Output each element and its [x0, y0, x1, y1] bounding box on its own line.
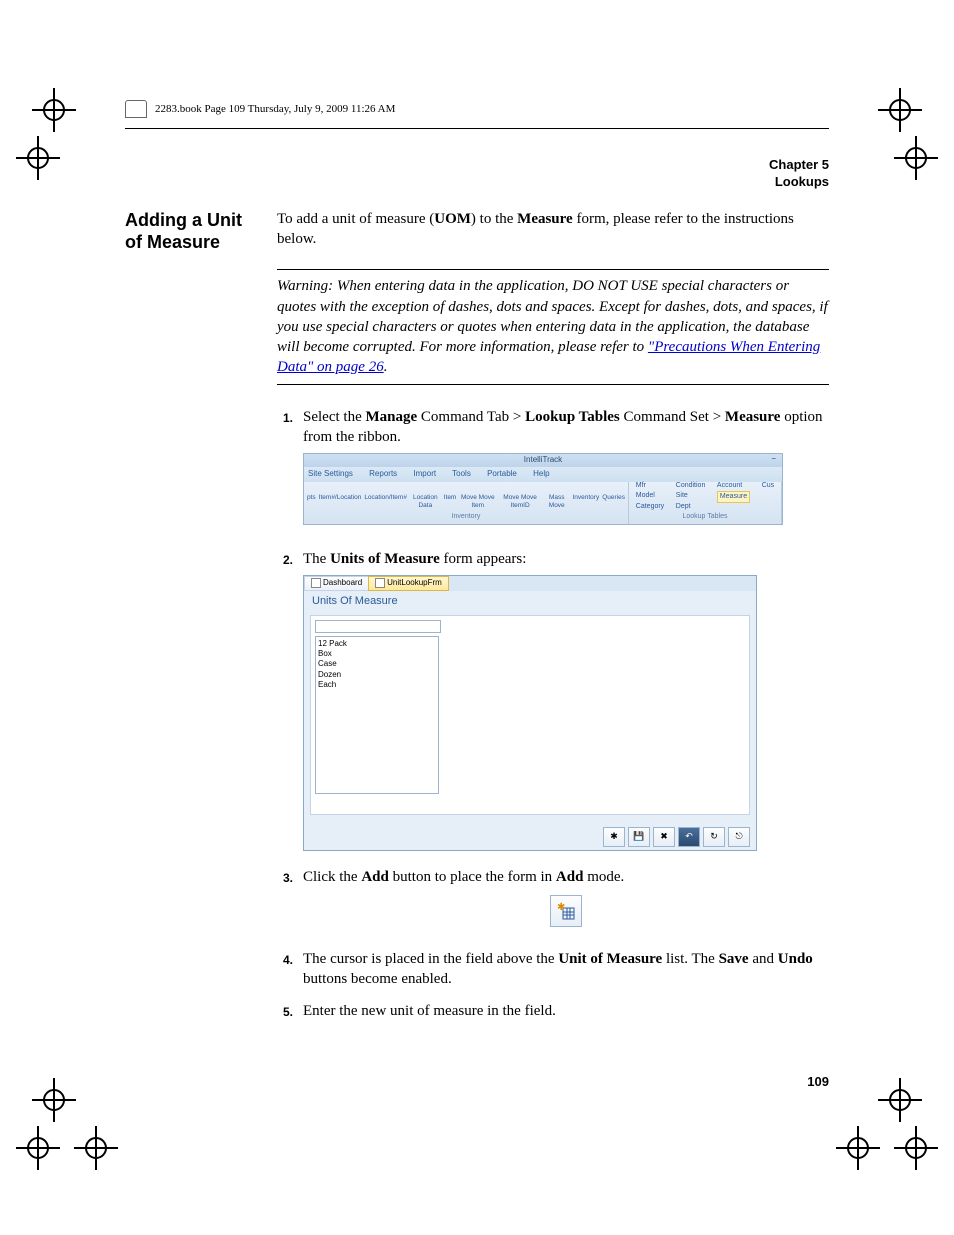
section-heading: Adding a Unit of Measure — [125, 209, 255, 1034]
list-item[interactable]: Dozen — [318, 670, 436, 680]
intro-paragraph: To add a unit of measure (UOM) to the Me… — [277, 209, 829, 250]
uom-list[interactable]: 12 Pack Box Case Dozen Each — [315, 636, 439, 794]
add-button[interactable]: ✱ — [603, 827, 625, 847]
form-toolbar: ✱ 💾 ✖ ↶ ↻ ⎋ — [304, 821, 756, 850]
list-item[interactable]: 12 Pack — [318, 639, 436, 649]
book-icon — [125, 100, 147, 118]
ribbon-title-bar: IntelliTrack− — [304, 454, 782, 467]
add-button-icon: ✱ — [550, 895, 582, 927]
close-button[interactable]: ⎋ — [728, 827, 750, 847]
step-3: 3. Click the Add button to place the for… — [277, 867, 829, 937]
tab-import[interactable]: Import — [413, 469, 436, 478]
delete-button[interactable]: ✖ — [653, 827, 675, 847]
framemaker-header: 2283.book Page 109 Thursday, July 9, 200… — [125, 100, 829, 118]
uom-form-screenshot: Dashboard UnitLookupFrm Units Of Measure… — [303, 575, 757, 851]
save-button[interactable]: 💾 — [628, 827, 650, 847]
chapter-title: Lookups — [125, 174, 829, 191]
grid-star-icon: ✱ — [557, 902, 575, 920]
step-5: 5. Enter the new unit of measure in the … — [277, 1001, 829, 1021]
tab-help[interactable]: Help — [533, 469, 549, 478]
step-2: 2. The Units of Measure form appears: Da… — [277, 549, 829, 855]
tab-dashboard[interactable]: Dashboard — [304, 576, 369, 591]
ribbon-screenshot: IntelliTrack− Site Settings Reports Impo… — [303, 453, 783, 525]
ribbon-tabs: Site Settings Reports Import Tools Porta… — [304, 467, 782, 482]
tab-tools[interactable]: Tools — [452, 469, 471, 478]
undo-button[interactable]: ↶ — [678, 827, 700, 847]
list-item[interactable]: Case — [318, 659, 436, 669]
tab-icon — [311, 578, 321, 588]
minimize-icon: − — [771, 454, 776, 465]
header-text: 2283.book Page 109 Thursday, July 9, 200… — [155, 103, 395, 115]
form-title: Units Of Measure — [304, 591, 756, 615]
tab-icon — [375, 578, 385, 588]
chapter-label: Chapter 5 — [125, 157, 829, 174]
list-item[interactable]: Box — [318, 649, 436, 659]
chapter-heading: Chapter 5 Lookups — [125, 157, 829, 191]
list-item[interactable]: Each — [318, 680, 436, 690]
uom-input-field[interactable] — [315, 620, 441, 633]
tab-unitlookupfrm[interactable]: UnitLookupFrm — [368, 576, 449, 591]
tab-portable[interactable]: Portable — [487, 469, 517, 478]
tab-reports[interactable]: Reports — [369, 469, 397, 478]
refresh-button[interactable]: ↻ — [703, 827, 725, 847]
page-number: 109 — [125, 1074, 829, 1089]
inventory-group: pts Item#/Location Location/Item# Locati… — [304, 482, 629, 524]
step-1: 1. Select the Manage Command Tab > Looku… — [277, 407, 829, 537]
svg-text:✱: ✱ — [557, 902, 565, 913]
header-rule — [125, 128, 829, 129]
lookup-tables-group: Mfr Model Category Condition Site Dept — [629, 482, 782, 524]
step-4: 4. The cursor is placed in the field abo… — [277, 949, 829, 990]
tab-site-settings[interactable]: Site Settings — [308, 469, 353, 478]
measure-option[interactable]: Measure — [717, 491, 750, 502]
warning-block: Warning: When entering data in the appli… — [277, 269, 829, 384]
